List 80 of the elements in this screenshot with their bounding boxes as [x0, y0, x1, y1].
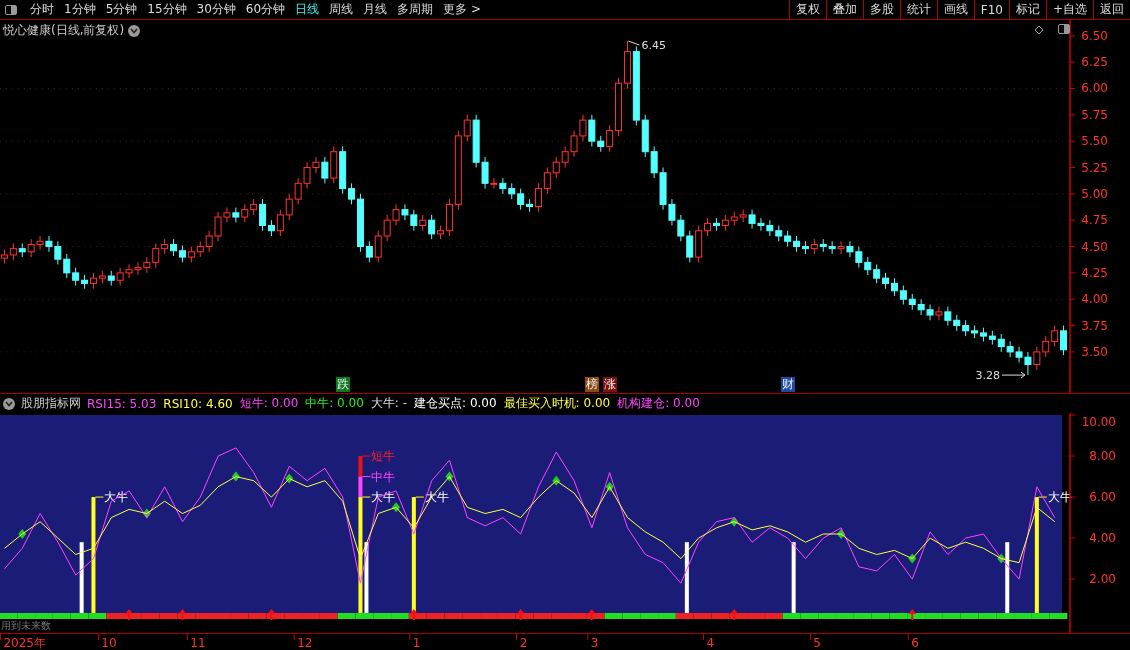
date-label: 2 [519, 636, 528, 650]
axis-label: 4.00 [1089, 531, 1116, 546]
toolbar-button[interactable]: 叠加 [825, 0, 863, 19]
axis-label: 4.00 [1081, 292, 1108, 307]
date-label: 4 [706, 636, 715, 650]
axis-label: 5.50 [1081, 134, 1108, 149]
toolbar-button[interactable]: 标记 [1008, 0, 1046, 19]
axis-label: 2.00 [1089, 572, 1116, 587]
leader-line [627, 40, 640, 46]
toolbar-button[interactable]: 统计 [899, 0, 937, 19]
axis-label: 5.00 [1081, 186, 1108, 201]
event-tag[interactable]: 涨 [602, 377, 617, 392]
toolbar-button[interactable]: +自选 [1045, 0, 1093, 19]
date-label: 1 [412, 636, 421, 650]
price-annotation: 6.45 [641, 39, 666, 53]
chart-title: 悦心健康(日线,前复权) [3, 22, 125, 39]
signal-label: 中牛 [371, 469, 396, 484]
period-tab[interactable]: 1分钟 [59, 1, 101, 18]
dropdown-icon[interactable] [128, 24, 141, 37]
axis-label: 3.50 [1081, 344, 1108, 359]
signal-bar [791, 542, 796, 613]
indicator-legend: RSI15: 5.03 [87, 396, 158, 411]
diamond-icon[interactable] [1034, 25, 1044, 35]
event-tag[interactable]: 榜 [584, 377, 599, 392]
toolbar-button[interactable]: 多股 [862, 0, 900, 19]
toolbar-button[interactable]: F10 [973, 0, 1009, 19]
indicator-legend: RSI10: 4.60 [163, 396, 234, 411]
axis-label: 6.50 [1081, 28, 1108, 43]
indicator-legend: 大牛: - [370, 395, 409, 412]
signal-label: 大牛 [104, 490, 129, 505]
annotation-arrow [1001, 371, 1026, 379]
period-tab[interactable]: 15分钟 [142, 1, 192, 18]
indicator-note: 用到未来数 [1, 620, 51, 631]
axis-label: 10.00 [1081, 415, 1116, 429]
date-label: 3 [590, 636, 599, 650]
axis-label: 4.75 [1081, 213, 1108, 228]
period-tab[interactable]: 更多 > [438, 1, 486, 18]
toolbar-button[interactable]: 画线 [936, 0, 974, 19]
panel-toggle-icon[interactable] [1058, 24, 1070, 34]
axis-label: 4.50 [1081, 239, 1108, 254]
axis-label: 5.75 [1081, 107, 1108, 122]
axis-label: 6.00 [1089, 490, 1116, 505]
period-tab[interactable]: 5分钟 [100, 1, 143, 18]
axis-label: 6.00 [1081, 81, 1108, 96]
toolbar-button[interactable]: 返回 [1093, 0, 1130, 19]
period-tab[interactable]: 周线 [324, 1, 359, 18]
date-label: 10 [101, 636, 117, 650]
date-label: 12 [297, 636, 313, 650]
indicator-legend: 短牛: 0.00 [239, 395, 300, 412]
axis-label: 6.25 [1081, 55, 1108, 70]
signal-label: 大牛 [371, 490, 396, 505]
axis-label: 3.75 [1081, 318, 1108, 333]
period-tab[interactable]: 60分钟 [240, 1, 291, 18]
period-tab[interactable]: 日线 [290, 1, 325, 18]
indicator-legend: 最佳买入时机: 0.00 [503, 395, 612, 412]
price-annotation: 3.28 [975, 369, 1000, 383]
period-tab[interactable]: 分时 [25, 1, 59, 18]
signal-label: 短牛 [371, 449, 396, 464]
event-tag[interactable]: 财 [780, 377, 795, 392]
date-label: 11 [190, 636, 206, 650]
indicator-legend: 建仓买点: 0.00 [414, 395, 498, 412]
toolbar-button[interactable]: 复权 [788, 0, 826, 19]
signal-bar [79, 542, 84, 613]
dropdown-icon[interactable] [3, 397, 15, 410]
period-tab[interactable]: 月线 [358, 1, 393, 18]
date-label: 6 [911, 636, 919, 650]
period-tab[interactable]: 多周期 [392, 1, 439, 18]
indicator-legend: 机构建仓: 0.00 [617, 395, 701, 412]
period-tab[interactable]: 30分钟 [191, 1, 241, 18]
axis-label: 5.25 [1081, 160, 1108, 175]
date-label: 2025年 [3, 636, 46, 650]
signal-bar [1005, 542, 1010, 613]
event-tag[interactable]: 跌 [335, 377, 350, 392]
indicator-name: 股朋指标网 [21, 395, 81, 412]
panel-toggle-icon[interactable] [5, 4, 17, 15]
signal-bar [684, 542, 689, 613]
date-label: 5 [813, 636, 821, 650]
indicator-legend: 中牛: 0.00 [305, 395, 365, 412]
axis-label: 4.25 [1081, 265, 1108, 280]
axis-label: 8.00 [1089, 449, 1116, 464]
